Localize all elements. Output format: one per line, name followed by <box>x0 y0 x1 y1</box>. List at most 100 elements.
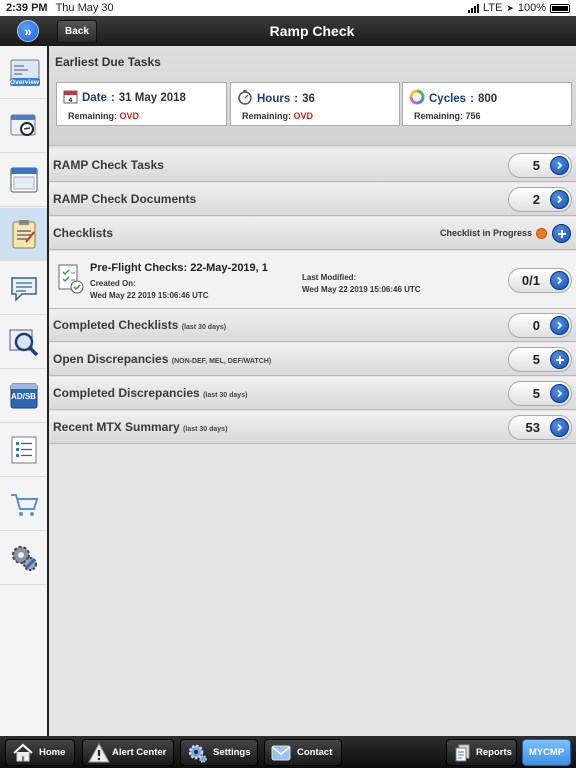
add-discrepancy-button[interactable] <box>550 350 569 369</box>
ramp-check-documents-count: 2 <box>532 192 540 207</box>
overview-icon: Overview <box>8 56 40 88</box>
reports-button[interactable]: Reports <box>446 739 517 766</box>
recent-mtx-pill[interactable]: 53 <box>508 415 572 440</box>
due-date-remaining-label: Remaining: <box>68 111 118 121</box>
battery-label: 100% <box>517 2 546 14</box>
completed-checklists-row[interactable]: Completed Checklists (last 30 days) 0 <box>49 309 576 342</box>
add-checklist-button[interactable] <box>552 224 571 243</box>
location-icon: ➤ <box>506 2 514 13</box>
completed-checklists-pill[interactable]: 0 <box>508 313 572 338</box>
alert-center-button[interactable]: Alert Center <box>82 739 174 766</box>
recent-mtx-note: (last 30 days) <box>183 426 228 433</box>
chevron-right-icon[interactable] <box>550 271 569 290</box>
completed-discrepancies-pill[interactable]: 5 <box>508 381 572 406</box>
recent-mtx-count: 53 <box>525 420 540 435</box>
home-button[interactable]: Home <box>5 739 75 766</box>
ramp-check-tasks-count: 5 <box>532 158 540 173</box>
bottom-toolbar: Home Alert Center Settings Contact Repor… <box>0 736 576 768</box>
completed-discrepancies-note: (last 30 days) <box>203 392 248 399</box>
contact-icon <box>270 742 292 767</box>
ad-sb-icon: AD/SB <box>8 380 40 412</box>
aircraft-search-icon <box>8 110 40 142</box>
sidebar-item-ad-sb[interactable]: AD/SB <box>0 370 47 423</box>
signal-icon <box>467 3 479 13</box>
due-cycles-remaining-value: 756 <box>465 111 481 121</box>
chevron-right-icon[interactable] <box>550 316 569 335</box>
checklists-row[interactable]: Checklists Checklist in Progress <box>49 217 576 250</box>
battery-icon <box>550 3 570 13</box>
settings-button[interactable]: Settings <box>180 739 258 766</box>
mycmp-label: MYCMP <box>528 747 565 758</box>
due-date-sep: : <box>110 92 115 104</box>
gears-icon <box>8 542 40 574</box>
app-header: » Back Ramp Check <box>0 16 576 46</box>
sidebar-item-search[interactable] <box>0 316 47 369</box>
status-indicators: LTE ➤ 100% <box>467 2 570 14</box>
due-cycles-value: 800 <box>477 92 498 105</box>
due-cycles-sep: : <box>470 92 474 105</box>
ramp-check-tasks-row[interactable]: RAMP Check Tasks 5 <box>49 149 576 182</box>
expand-menu-button[interactable]: » <box>17 20 39 42</box>
due-hours-remaining-label: Remaining: <box>242 111 292 121</box>
due-date-box[interactable]: 4 Date : 31 May 2018 Remaining: OVD <box>56 82 227 126</box>
magnifier-icon <box>8 326 40 358</box>
chevron-right-icon[interactable] <box>550 384 569 403</box>
checklists-label: Checklists <box>53 226 114 240</box>
checklist-progress-pill[interactable]: 0/1 <box>508 268 572 293</box>
recent-mtx-row[interactable]: Recent MTX Summary (last 30 days) 53 <box>49 411 576 444</box>
sidebar-item-list[interactable] <box>0 424 47 477</box>
in-progress-dot-icon <box>536 228 547 239</box>
chevron-right-icon[interactable] <box>550 156 569 175</box>
contact-label: Contact <box>297 747 333 758</box>
sidebar-item-messages[interactable] <box>0 262 47 315</box>
window-icon <box>8 164 40 196</box>
chevron-right-icon[interactable] <box>550 418 569 437</box>
status-bar: 2:39 PM Thu May 30 LTE ➤ 100% <box>0 0 576 16</box>
chevron-right-icon[interactable] <box>550 190 569 209</box>
home-icon <box>12 742 34 767</box>
mycmp-button[interactable]: MYCMP <box>522 739 571 766</box>
reports-label: Reports <box>476 747 512 758</box>
due-hours-value: 36 <box>302 92 315 105</box>
page-title: Ramp Check <box>269 23 355 39</box>
completed-discrepancies-row[interactable]: Completed Discrepancies (last 30 days) 5 <box>49 377 576 410</box>
sidebar-item-window[interactable] <box>0 154 47 207</box>
due-cycles-box[interactable]: Cycles : 800 Remaining: 756 <box>402 82 572 126</box>
ramp-check-documents-row[interactable]: RAMP Check Documents 2 <box>49 183 576 216</box>
checklist-item-card[interactable]: Pre-Flight Checks: 22-May-2019, 1 Create… <box>49 251 576 309</box>
open-discrepancies-row[interactable]: Open Discrepancies (NON-DEF, MEL, DEF/WA… <box>49 343 576 376</box>
open-discrepancies-note: (NON-DEF, MEL, DEF/WATCH) <box>171 358 272 365</box>
status-date: Thu May 30 <box>55 2 114 14</box>
network-label: LTE <box>482 2 503 14</box>
clipboard-icon <box>8 218 40 250</box>
overview-label: Overview <box>10 79 39 86</box>
due-cycles-remaining-label: Remaining: <box>414 111 464 121</box>
checklist-done-icon <box>57 263 85 300</box>
ramp-check-documents-label: RAMP Check Documents <box>53 192 197 206</box>
sidebar-item-tools[interactable] <box>0 532 47 585</box>
sidebar-item-overview[interactable]: Overview <box>0 46 47 99</box>
alert-center-label: Alert Center <box>112 747 167 758</box>
due-hours-sep: : <box>294 92 299 105</box>
checklist-progress: 0/1 <box>521 273 540 288</box>
sidebar: Overview AD/SB <box>0 46 49 736</box>
stopwatch-icon <box>237 89 253 108</box>
due-hours-remaining-value: OVD <box>293 111 314 121</box>
cart-icon <box>8 488 40 520</box>
checklist-created-label: Created On: <box>90 279 136 288</box>
contact-button[interactable]: Contact <box>264 739 342 766</box>
ad-sb-label: AD/SB <box>11 392 36 401</box>
sidebar-item-cart[interactable] <box>0 478 47 531</box>
due-hours-box[interactable]: Hours : 36 Remaining: OVD <box>230 82 400 126</box>
completed-discrepancies-count: 5 <box>532 386 540 401</box>
ramp-check-tasks-pill[interactable]: 5 <box>508 153 572 178</box>
open-discrepancies-pill[interactable]: 5 <box>508 347 572 372</box>
settings-gear-icon <box>186 742 208 767</box>
ramp-check-documents-pill[interactable]: 2 <box>508 187 572 212</box>
sidebar-item-checklists[interactable] <box>0 208 47 261</box>
checklist-created-value: Wed May 22 2019 15:06:46 UTC <box>90 291 209 300</box>
sidebar-item-aircraft[interactable] <box>0 100 47 153</box>
due-date-remaining-value: OVD <box>119 111 140 121</box>
due-hours-label: Hours <box>257 92 291 105</box>
svg-text:4: 4 <box>68 97 72 104</box>
